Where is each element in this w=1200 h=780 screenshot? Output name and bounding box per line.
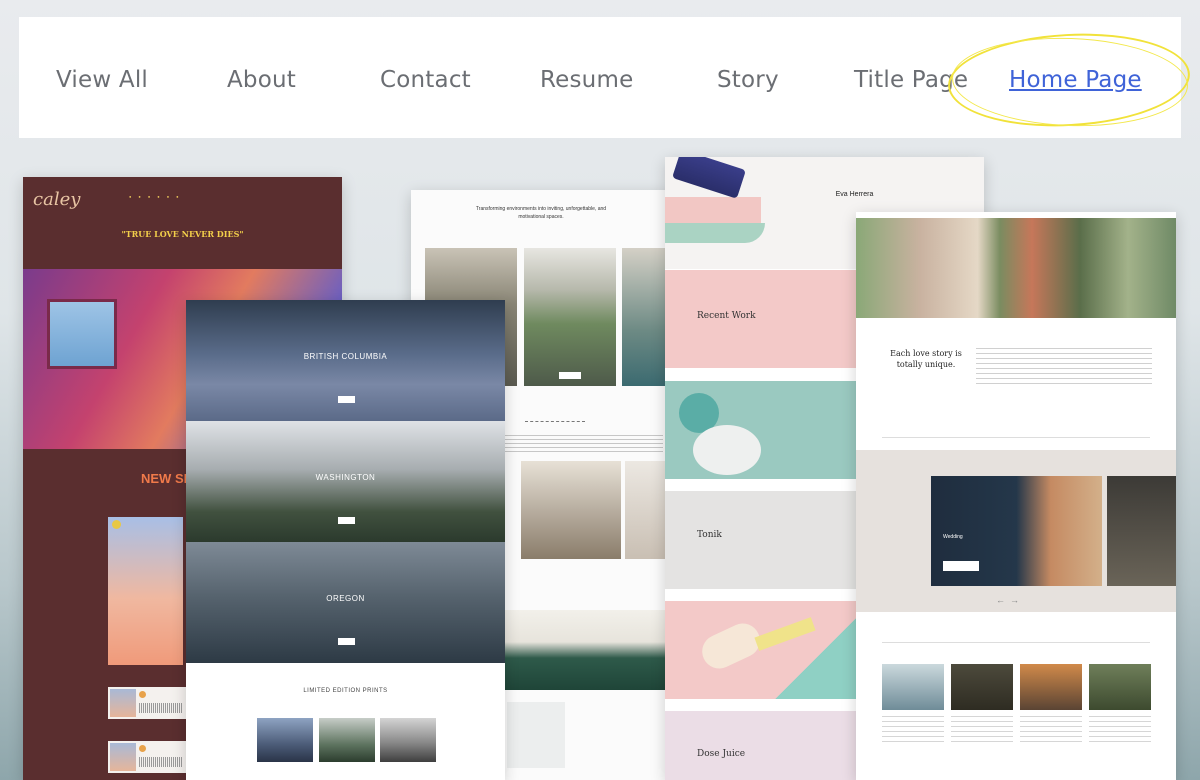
block-title: Dose Juice [697, 749, 746, 759]
wedding-hero [856, 218, 1176, 318]
section-button [338, 396, 355, 403]
service-title: Wedding [943, 534, 963, 540]
text-lines [503, 435, 663, 453]
template-nav-bar: View All About Contact Resume Story Titl… [19, 17, 1181, 138]
menu-dot: ● [176, 194, 179, 199]
menu-dot: ● [166, 194, 170, 199]
text-lines [976, 348, 1152, 386]
testimonial-text [882, 716, 944, 746]
nav-home-page[interactable]: Home Page [1009, 67, 1142, 93]
eva-name: Eva Herrera [835, 191, 874, 198]
nav-resume[interactable]: Resume [540, 67, 633, 93]
forest-section: BRITISH COLUMBIA [186, 300, 505, 421]
interior-photo [521, 461, 621, 559]
track-row [108, 687, 186, 719]
map [507, 702, 565, 768]
menu-dot: ● [129, 194, 132, 199]
print-thumb [380, 718, 436, 762]
template-card-wedding[interactable]: Each love story is totally unique. Weddi… [856, 212, 1176, 780]
caley-logo: caley [33, 189, 81, 210]
prints-title: LIMITED EDITION PRINTS [303, 688, 388, 694]
section-title: BRITISH COLUMBIA [303, 352, 388, 361]
section-title: OREGON [326, 594, 365, 603]
section-title: WASHINGTON [315, 473, 376, 482]
carousel-arrows: ← → [996, 595, 1020, 605]
decor-block [665, 223, 765, 243]
forest-section: OREGON [186, 542, 505, 663]
testimonial-photo [1020, 664, 1082, 710]
play-icon [139, 745, 146, 752]
track-row [108, 741, 186, 773]
service-engagement [1107, 476, 1176, 586]
forest-section: WASHINGTON [186, 421, 505, 542]
divider [882, 642, 1150, 643]
print-thumb [257, 718, 313, 762]
testimonial-text [1020, 716, 1082, 746]
nav-about[interactable]: About [227, 67, 296, 93]
play-icon [139, 691, 146, 698]
testimonial-text [951, 716, 1013, 746]
testimonial-text [1089, 716, 1151, 746]
print-thumb [319, 718, 375, 762]
interior-headline: Transforming environments into inviting,… [475, 206, 607, 220]
nav-story[interactable]: Story [717, 67, 779, 93]
video-window [47, 299, 117, 369]
waveform [139, 703, 183, 713]
divider [882, 437, 1150, 438]
interior-button [559, 372, 581, 379]
decor-marble [693, 425, 761, 475]
menu-dot: ● [157, 194, 160, 199]
block-title: Tonik [697, 530, 722, 540]
interior-photo [505, 610, 673, 690]
menu-dot: ● [138, 194, 141, 199]
waveform [139, 757, 183, 767]
caley-new-banner: NEW SI [141, 471, 188, 486]
menu-dot: ● [147, 194, 151, 199]
testimonial-photo [882, 664, 944, 710]
play-icon [112, 520, 121, 529]
section-button [338, 517, 355, 524]
testimonial-photo [1089, 664, 1151, 710]
interior-photo [524, 248, 616, 386]
caley-quote: "TRUE LOVE NEVER DIES" [121, 229, 244, 239]
nav-contact[interactable]: Contact [380, 67, 471, 93]
section-button [338, 638, 355, 645]
testimonial-photo [951, 664, 1013, 710]
get-in-touch-button [943, 561, 979, 571]
block-title: Recent Work [697, 311, 756, 321]
track-art [110, 689, 136, 717]
caley-menu: ● ● ● ● ● ● [129, 194, 179, 199]
template-card-forest[interactable]: BRITISH COLUMBIA WASHINGTON OREGON LIMIT… [186, 300, 505, 780]
track-art [110, 743, 136, 771]
album-cover [108, 517, 183, 665]
nav-title-page[interactable]: Title Page [854, 67, 968, 93]
wedding-tagline: Each love story is totally unique. [890, 349, 962, 369]
nav-view-all[interactable]: View All [56, 67, 148, 93]
divider [525, 418, 585, 422]
